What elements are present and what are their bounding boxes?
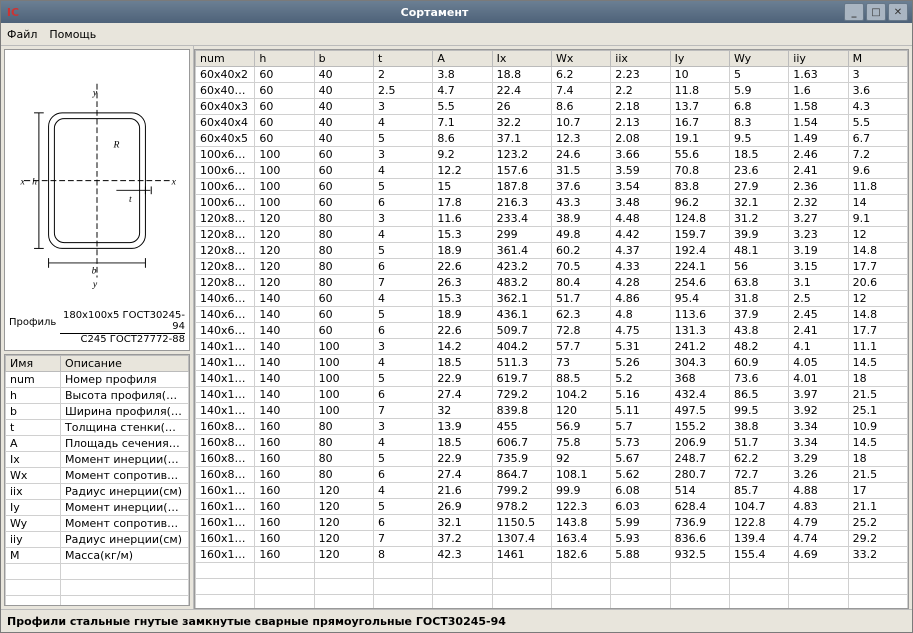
client-area: y y x x b h t R Профиль 180x100x5 ГОСТ30… — [1, 46, 912, 609]
glossary-row[interactable]: bШирина профиля(мм) — [6, 404, 189, 420]
glossary-row[interactable]: MМасса(кг/м) — [6, 548, 189, 564]
data-row[interactable]: 120x80x312080311.6233.438.94.48124.831.2… — [196, 211, 908, 227]
main-panel: numhbtAIxWxiixIyWyiiyM 60x40x2604023.818… — [194, 46, 912, 609]
data-header-Iy[interactable]: Iy — [670, 51, 729, 67]
data-row-empty — [196, 579, 908, 595]
glossary-row-empty — [6, 596, 189, 607]
glossary-table: ИмяОписание numНомер профиляhВысота проф… — [5, 355, 189, 606]
minimize-button[interactable]: _ — [844, 3, 864, 21]
status-text: Профили стальные гнутые замкнутые сварны… — [7, 615, 506, 628]
glossary-row[interactable]: iixРадиус инерции(см) — [6, 484, 189, 500]
data-header-Wy[interactable]: Wy — [729, 51, 788, 67]
svg-text:R: R — [112, 140, 119, 151]
glossary-row[interactable]: AПлощадь сечения(с... — [6, 436, 189, 452]
svg-text:h: h — [32, 177, 37, 188]
maximize-button[interactable]: □ — [866, 3, 886, 21]
svg-text:y: y — [92, 279, 98, 290]
glossary-panel: ИмяОписание numНомер профиляhВысота проф… — [4, 354, 190, 606]
glossary-header-0[interactable]: Имя — [6, 356, 61, 372]
profile-spec-1: 180x100x5 ГОСТ30245-94 — [60, 310, 185, 334]
data-row[interactable]: 140x100x5140100522.9619.788.55.236873.64… — [196, 371, 908, 387]
data-row[interactable]: 100x60x31006039.2123.224.63.6655.618.52.… — [196, 147, 908, 163]
data-header-iix[interactable]: iix — [611, 51, 670, 67]
data-header-A[interactable]: A — [433, 51, 492, 67]
profile-drawing: y y x x b h t R — [5, 50, 189, 350]
menu-file[interactable]: Файл — [7, 28, 37, 41]
svg-text:b: b — [92, 266, 97, 277]
glossary-header-1[interactable]: Описание — [61, 356, 189, 372]
menubar: Файл Помощь — [1, 23, 912, 46]
glossary-row[interactable]: WxМомент сопротивле... — [6, 468, 189, 484]
glossary-row[interactable]: hВысота профиля(мм) — [6, 388, 189, 404]
data-header-b[interactable]: b — [314, 51, 373, 67]
data-row[interactable]: 140x100x3140100314.2404.257.75.31241.248… — [196, 339, 908, 355]
data-header-t[interactable]: t — [373, 51, 432, 67]
data-row[interactable]: 160x80x616080627.4864.7108.15.62280.772.… — [196, 467, 908, 483]
data-row[interactable]: 160x80x416080418.5606.775.85.73206.951.7… — [196, 435, 908, 451]
data-header-M[interactable]: M — [848, 51, 907, 67]
svg-text:t: t — [129, 194, 132, 205]
data-header-num[interactable]: num — [196, 51, 255, 67]
window-title: Сортамент — [25, 6, 844, 19]
data-header-iiy[interactable]: iiy — [789, 51, 848, 67]
data-row[interactable]: 160x120x8160120842.31461182.65.88932.515… — [196, 547, 908, 563]
glossary-row[interactable]: tТолщина стенки(мм) — [6, 420, 189, 436]
data-row[interactable]: 100x60x610060617.8216.343.33.4896.232.12… — [196, 195, 908, 211]
glossary-row-empty — [6, 564, 189, 580]
svg-text:x: x — [171, 177, 177, 188]
data-table: numhbtAIxWxiixIyWyiiyM 60x40x2604023.818… — [195, 50, 908, 609]
data-row[interactable]: 160x120x5160120526.9978.2122.36.03628.41… — [196, 499, 908, 515]
glossary-row[interactable]: IxМомент инерции(см4) — [6, 452, 189, 468]
glossary-row[interactable]: numНомер профиля — [6, 372, 189, 388]
data-row[interactable]: 120x80x612080622.6423.270.54.33224.1563.… — [196, 259, 908, 275]
data-row[interactable]: 60x40x3604035.5268.62.1813.76.81.584.3 — [196, 99, 908, 115]
data-row[interactable]: 140x100x4140100418.5511.3735.26304.360.9… — [196, 355, 908, 371]
data-row[interactable]: 160x120x7160120737.21307.4163.45.93836.6… — [196, 531, 908, 547]
data-row[interactable]: 140x60x614060622.6509.772.84.75131.343.8… — [196, 323, 908, 339]
data-row[interactable]: 120x80x512080518.9361.460.24.37192.448.1… — [196, 243, 908, 259]
glossary-row-empty — [6, 580, 189, 596]
glossary-row[interactable]: IyМомент инерции(см4) — [6, 500, 189, 516]
data-row[interactable]: 140x100x6140100627.4729.2104.25.16432.48… — [196, 387, 908, 403]
data-panel[interactable]: numhbtAIxWxiixIyWyiiyM 60x40x2604023.818… — [194, 49, 909, 609]
data-row[interactable]: 160x120x6160120632.11150.5143.85.99736.9… — [196, 515, 908, 531]
data-row[interactable]: 120x80x412080415.329949.84.42159.739.93.… — [196, 227, 908, 243]
data-header-h[interactable]: h — [255, 51, 314, 67]
app-icon: IC — [5, 4, 21, 20]
glossary-row[interactable]: WyМомент сопротивле... — [6, 516, 189, 532]
data-row[interactable]: 100x60x410060412.2157.631.53.5970.823.62… — [196, 163, 908, 179]
data-row[interactable]: 140x60x514060518.9436.162.34.8113.637.92… — [196, 307, 908, 323]
data-row[interactable]: 60x40x5604058.637.112.32.0819.19.51.496.… — [196, 131, 908, 147]
data-row[interactable]: 60x40x4604047.132.210.72.1316.78.31.545.… — [196, 115, 908, 131]
data-row[interactable]: 140x100x7140100732839.81205.11497.599.53… — [196, 403, 908, 419]
data-row-empty — [196, 563, 908, 579]
data-row[interactable]: 160x80x316080313.945556.95.7155.238.83.3… — [196, 419, 908, 435]
window-buttons: _ □ ✕ — [844, 3, 908, 21]
profile-preview: y y x x b h t R Профиль 180x100x5 ГОСТ30… — [4, 49, 190, 351]
titlebar: IC Сортамент _ □ ✕ — [1, 1, 912, 23]
data-row[interactable]: 60x40x2.560402.54.722.47.42.211.85.91.63… — [196, 83, 908, 99]
close-button[interactable]: ✕ — [888, 3, 908, 21]
profile-label: Профиль 180x100x5 ГОСТ30245-94 Профиль С… — [9, 310, 185, 346]
glossary-row[interactable]: iiyРадиус инерции(см) — [6, 532, 189, 548]
data-row[interactable]: 120x80x712080726.3483.280.44.28254.663.8… — [196, 275, 908, 291]
data-row[interactable]: 160x120x4160120421.6799.299.96.0851485.7… — [196, 483, 908, 499]
data-row[interactable]: 160x80x516080522.9735.9925.67248.762.23.… — [196, 451, 908, 467]
menu-help[interactable]: Помощь — [49, 28, 96, 41]
left-panel: y y x x b h t R Профиль 180x100x5 ГОСТ30… — [1, 46, 194, 609]
profile-label-caption: Профиль — [9, 317, 56, 328]
main-window: IC Сортамент _ □ ✕ Файл Помощь — [0, 0, 913, 633]
data-row[interactable]: 60x40x2604023.818.86.22.231051.633 — [196, 67, 908, 83]
data-row[interactable]: 140x60x414060415.3362.151.74.8695.431.82… — [196, 291, 908, 307]
statusbar: Профили стальные гнутые замкнутые сварны… — [1, 609, 912, 632]
data-header-Ix[interactable]: Ix — [492, 51, 551, 67]
svg-text:x: x — [19, 177, 25, 188]
svg-text:y: y — [92, 87, 98, 98]
profile-spec-2: С245 ГОСТ27772-88 — [60, 334, 185, 346]
data-row-empty — [196, 595, 908, 610]
data-header-Wx[interactable]: Wx — [551, 51, 610, 67]
data-row[interactable]: 100x60x510060515187.837.63.5483.827.92.3… — [196, 179, 908, 195]
